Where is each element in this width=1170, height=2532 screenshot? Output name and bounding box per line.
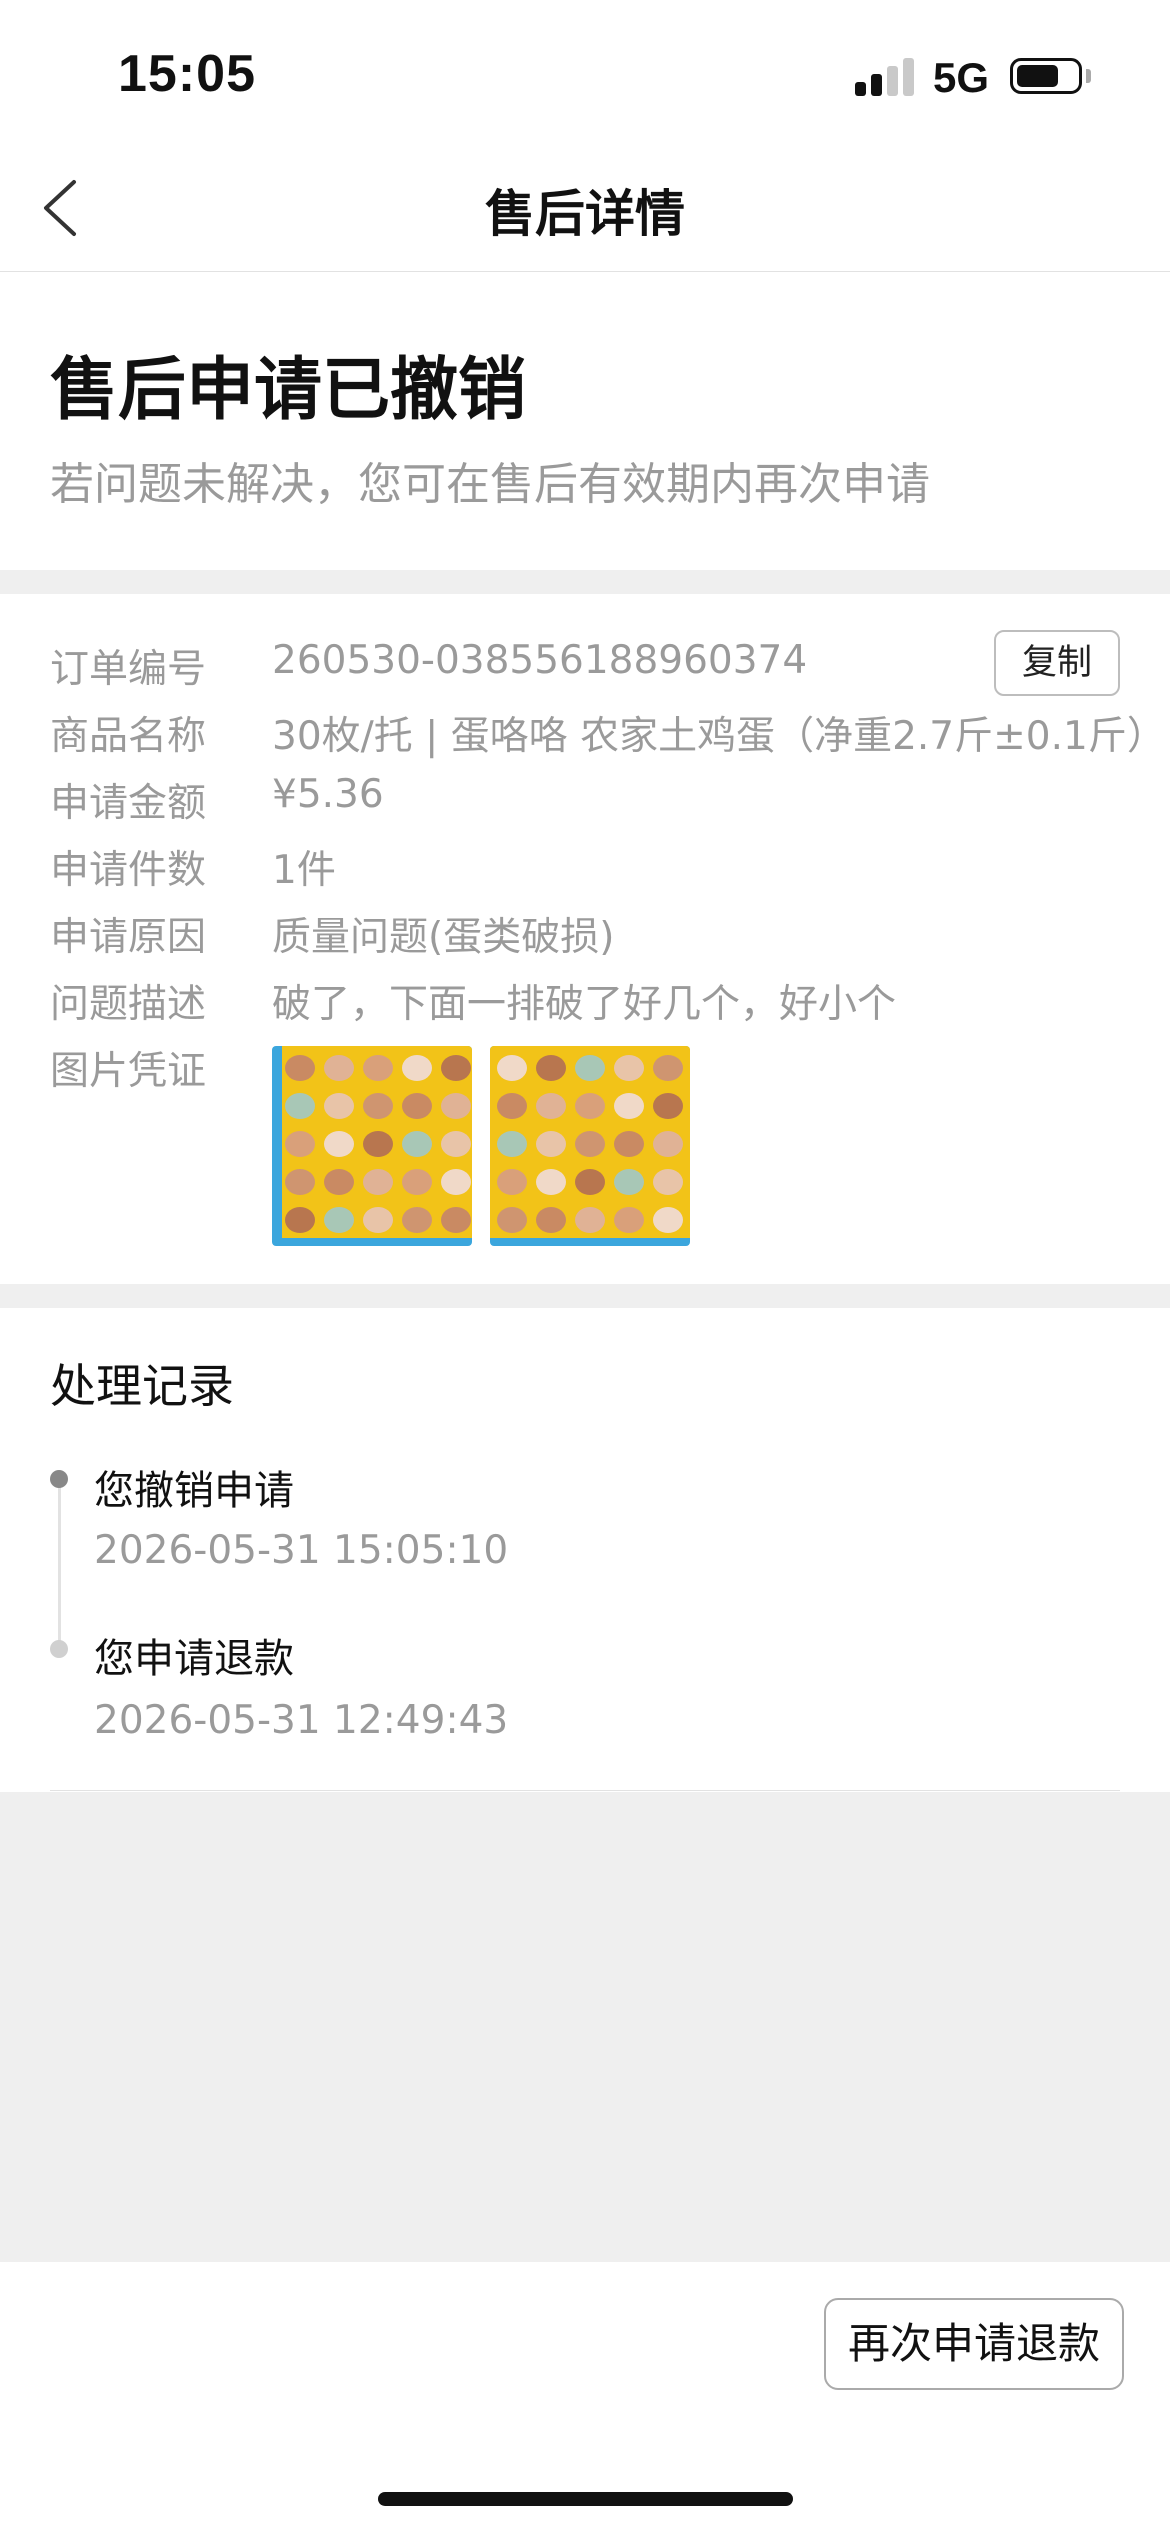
product-name-value: 30枚/托 | 蛋咯咯 农家土鸡蛋（净重2.7斤±0.1斤） (272, 714, 1166, 759)
detail-label: 申请件数 (50, 848, 207, 893)
timeline-line (58, 1482, 61, 1652)
detail-row-reason: 申请原因 质量问题(蛋类破损) (50, 906, 1120, 972)
bottom-action-bar: 再次申请退款 (0, 2262, 1170, 2532)
amount-value: ¥5.36 (272, 772, 384, 817)
status-section: 售后申请已撤销 若问题未解决，您可在售后有效期内再次申请 (0, 272, 1170, 570)
detail-row-description: 问题描述 破了，下面一排破了好几个，好小个 (50, 973, 1120, 1039)
timeline-dot (50, 1640, 68, 1658)
evidence-image[interactable] (272, 1046, 472, 1246)
nav-bar: 售后详情 (0, 150, 1170, 272)
status-heading: 售后申请已撤销 (50, 351, 527, 430)
cellular-signal-icon (855, 58, 917, 96)
process-log-section: 处理记录 您撤销申请 2026-05-31 15:05:10 您申请退款 202… (0, 1308, 1170, 1792)
status-bar: 15:05 5G (0, 0, 1170, 150)
reason-value: 质量问题(蛋类破损) (272, 915, 615, 960)
network-label: 5G (933, 54, 990, 101)
reapply-refund-button[interactable]: 再次申请退款 (824, 2298, 1124, 2390)
detail-label: 申请金额 (50, 781, 207, 826)
log-event-text: 您申请退款 (94, 1636, 294, 1682)
battery-icon (1010, 58, 1082, 94)
quantity-value: 1件 (272, 848, 336, 893)
process-log-title: 处理记录 (50, 1359, 234, 1413)
detail-row-order-number: 订单编号 260530-038556188960374 (50, 638, 1120, 704)
home-indicator[interactable] (378, 2492, 793, 2506)
log-event-time: 2026-05-31 15:05:10 (94, 1528, 509, 1573)
page-title: 售后详情 (485, 185, 685, 243)
detail-label: 订单编号 (50, 647, 207, 692)
status-time: 15:05 (118, 45, 256, 103)
divider (50, 1790, 1120, 1791)
log-event-text: 您撤销申请 (94, 1468, 294, 1514)
egg-tray-photo (490, 1046, 690, 1246)
order-number-value: 260530-038556188960374 (272, 638, 808, 683)
battery-tip (1086, 69, 1091, 83)
detail-label: 图片凭证 (50, 1049, 207, 1094)
egg-tray-photo (272, 1046, 472, 1246)
detail-row-quantity: 申请件数 1件 (50, 839, 1120, 905)
detail-label: 申请原因 (50, 915, 207, 960)
description-value: 破了，下面一排破了好几个，好小个 (272, 982, 897, 1027)
status-subtitle: 若问题未解决，您可在售后有效期内再次申请 (50, 459, 930, 510)
copy-button[interactable]: 复制 (994, 630, 1120, 696)
log-event-time: 2026-05-31 12:49:43 (94, 1698, 509, 1743)
detail-label: 商品名称 (50, 714, 207, 759)
evidence-image[interactable] (490, 1046, 690, 1246)
timeline-dot (50, 1470, 68, 1488)
detail-row-product-name: 商品名称 30枚/托 | 蛋咯咯 农家土鸡蛋（净重2.7斤±0.1斤） (50, 705, 1166, 771)
detail-row-amount: 申请金额 ¥5.36 (50, 772, 1120, 838)
detail-label: 问题描述 (50, 982, 207, 1027)
